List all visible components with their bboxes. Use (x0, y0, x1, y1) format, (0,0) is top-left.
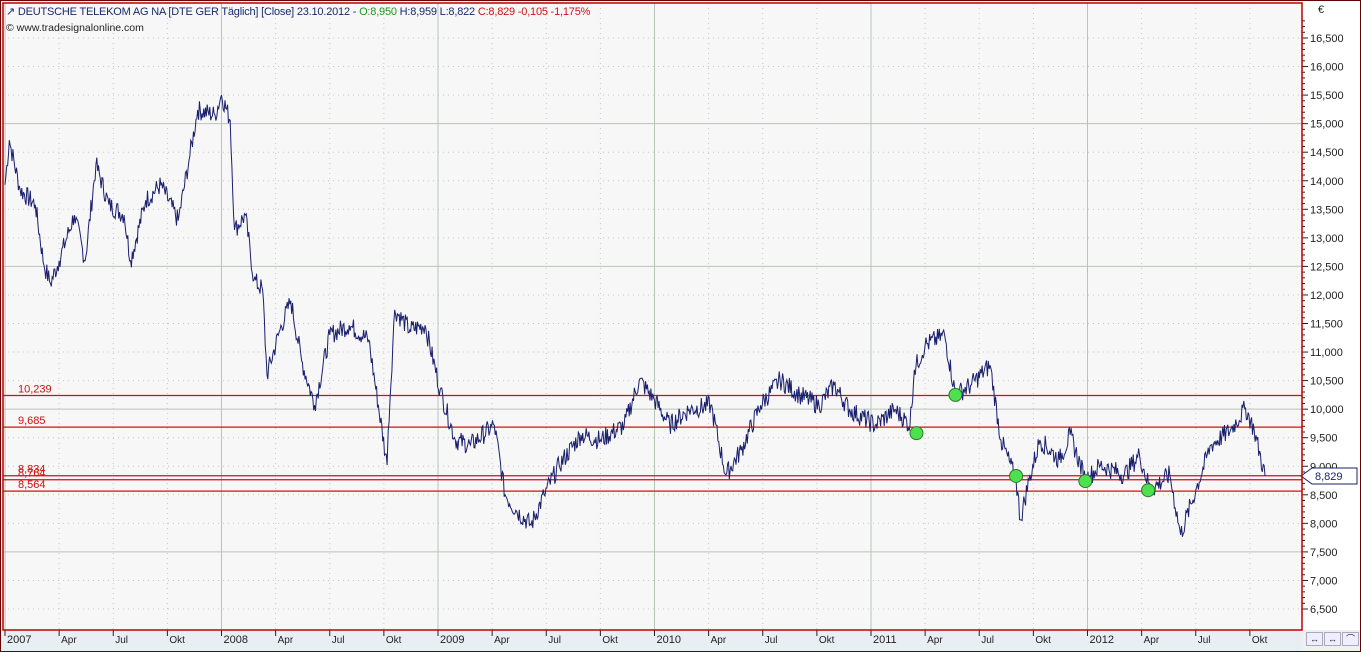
x-tick-label: 2012 (1090, 634, 1114, 646)
x-tick-label: Jul (981, 635, 994, 646)
last-price-label: 8,829 (1315, 471, 1343, 483)
y-tick-label: 16,000 (1310, 62, 1344, 74)
y-tick-label: 12,000 (1310, 290, 1344, 302)
y-tick-label: 11,500 (1310, 319, 1343, 331)
open-value: O:8,950 (359, 6, 397, 18)
source-label: © www.tradesignalonline.com (6, 22, 144, 34)
scroll-button[interactable]: ↔ (1306, 632, 1323, 646)
y-tick-label: 7,000 (1310, 575, 1338, 587)
x-tick-label: Okt (169, 635, 185, 646)
signal-marker (1141, 483, 1156, 498)
x-tick-label: Okt (1035, 635, 1051, 646)
zoom-button[interactable]: ↔ (1324, 632, 1341, 646)
level-label: 9,685 (18, 415, 46, 427)
y-tick-label: 15,000 (1310, 119, 1344, 131)
y-tick-label: 7,500 (1310, 547, 1338, 559)
y-tick-label: 8,500 (1310, 490, 1338, 502)
y-tick-label: 6,500 (1310, 604, 1338, 616)
x-tick-label: Jul (115, 635, 128, 646)
y-tick-label: 14,500 (1310, 147, 1344, 159)
x-tick-label: Okt (819, 635, 835, 646)
level-label: 8,564 (18, 479, 46, 491)
x-tick-label: Jul (765, 635, 778, 646)
chart-header: ↗ DEUTSCHE TELEKOM AG NA [DTE GER Täglic… (6, 5, 590, 18)
signal-marker (948, 387, 963, 402)
signal-marker (909, 426, 924, 441)
y-tick-label: 12,500 (1310, 261, 1344, 273)
currency-label: € (1318, 4, 1325, 16)
y-tick-label: 16,500 (1310, 33, 1344, 45)
x-tick-label: Jul (332, 635, 345, 646)
y-tick-label: 11,000 (1310, 347, 1343, 359)
x-tick-label: Apr (927, 635, 943, 646)
scale-mode-button[interactable]: ⌒ (1342, 632, 1359, 646)
level-label: 10,239 (18, 384, 52, 396)
y-tick-label: 8,000 (1310, 518, 1338, 530)
x-tick-label: Okt (1252, 635, 1268, 646)
signal-marker (1009, 468, 1024, 483)
level-label: 8,764 (18, 468, 46, 480)
x-tick-label: Okt (386, 635, 402, 646)
y-tick-label: 14,000 (1310, 176, 1344, 188)
x-tick-label: Okt (602, 635, 618, 646)
y-tick-label: 10,000 (1310, 404, 1344, 416)
instrument-name: DEUTSCHE TELEKOM AG NA [DTE GER Täglich]… (17, 6, 357, 18)
source-url: www.tradesignalonline.com (16, 22, 144, 34)
x-tick-label: Apr (61, 635, 77, 646)
plot-area (3, 3, 1302, 630)
scale-controls: ↔ ↔ ⌒ (1306, 632, 1359, 646)
y-tick-label: 10,500 (1310, 376, 1344, 388)
x-tick-label: Jul (548, 635, 561, 646)
x-tick-label: 2009 (440, 634, 464, 646)
x-tick-label: 2007 (7, 634, 31, 646)
y-tick-label: 13,000 (1310, 233, 1344, 245)
x-tick-label: 2011 (873, 634, 897, 646)
close-change-values: C:8,829 -0,105 -1,175% (477, 6, 591, 18)
high-low-values: H:8,959 L:8,822 (399, 6, 475, 18)
x-tick-label: Apr (1144, 635, 1160, 646)
x-tick-label: 2008 (224, 634, 248, 646)
x-tick-label: Apr (278, 635, 294, 646)
y-tick-label: 15,500 (1310, 90, 1344, 102)
x-tick-label: Jul (1198, 635, 1211, 646)
x-tick-label: Apr (711, 635, 727, 646)
x-tick-label: Apr (494, 635, 510, 646)
line-chart-icon: ↗ (6, 6, 16, 18)
y-tick-label: 9,500 (1310, 433, 1338, 445)
y-tick-label: 13,500 (1310, 204, 1344, 216)
x-tick-label: 2010 (657, 634, 681, 646)
price-chart[interactable]: 6,5007,0007,5008,0008,5009,0009,50010,00… (0, 0, 1361, 652)
signal-marker (1078, 474, 1093, 489)
